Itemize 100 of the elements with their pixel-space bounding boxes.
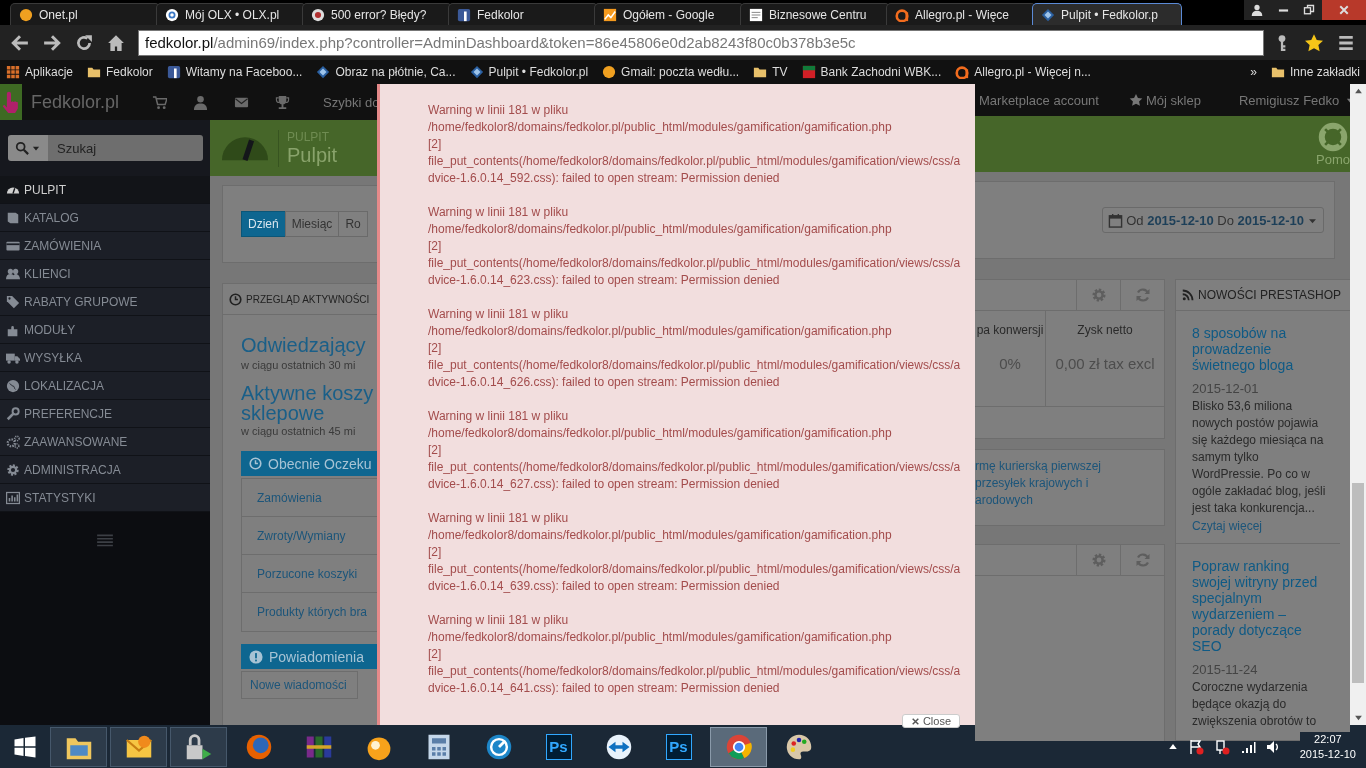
users-icon [6,266,20,281]
period-button[interactable]: Miesiąc [284,211,340,237]
gauge-icon [222,135,268,161]
my-shop-link[interactable]: Mój sklep [1128,92,1201,108]
bookmark[interactable]: Pulpit • Fedkolor.pl [469,65,589,79]
bookmark[interactable]: Allegro.pl - Więcej n... [955,65,1091,79]
period-button[interactable]: Ro [338,211,368,237]
taskbar-app[interactable] [170,726,227,767]
close-button[interactable]: Close [901,714,960,728]
more-bookmarks-button[interactable]: » [1250,65,1257,79]
clock-icon [249,457,262,470]
taskbar-app[interactable] [50,726,107,767]
date-range-button[interactable]: Od 2015-12-10 Do 2015-12-10 [1102,207,1324,233]
bar-chart-icon [6,490,20,505]
menu-icon [1337,33,1355,52]
close-window-button[interactable] [1322,0,1366,20]
sidebar-item[interactable]: ZAAWANSOWANE [0,428,210,456]
warning-heading: Warning w linii 181 w pliku [428,204,570,221]
taskbar-app[interactable] [110,726,167,767]
sidebar-item[interactable]: PULPIT [0,176,210,204]
carts-note: w ciągu ostatnich 45 mi [241,425,357,437]
circle-icon [19,7,33,22]
diamond-icon [316,65,331,79]
carts-heading: Aktywne koszy sklepowe [241,383,375,423]
taskbar-app[interactable]: Ps [650,726,707,767]
folder-icon [87,65,102,79]
bookmark[interactable]: Bank Zachodni WBK... [801,65,942,79]
square-icon [457,7,471,22]
sidebar-item[interactable]: WYSYŁKA [0,344,210,372]
square-icon [166,65,181,79]
article-excerpt: Coroczne wydarzenia będące okazją do zwiększenia obrotów to [1192,679,1318,730]
restore-button[interactable] [1296,0,1322,20]
cart-icon [152,94,168,110]
book-icon [6,210,20,225]
period-button[interactable]: Dzień [241,211,286,237]
scrollbar[interactable] [1350,84,1366,725]
bookmark-folder[interactable]: Inne zakładki [1270,65,1360,79]
taskbar-app[interactable]: Ps [530,726,587,767]
metric-label: pa konwersji [976,323,1044,337]
panel-title: PRZEGLĄD AKTYWNOŚCI [246,293,370,305]
panel-title: NOWOŚCI PRESTASHOP [1198,288,1342,302]
shop-name[interactable]: Fedkolor.pl [31,91,120,113]
scrollbar-thumb[interactable] [1352,483,1364,683]
bookmark[interactable]: Obraz na płótnie, Ca... [316,65,456,79]
warning-heading: Warning w linii 181 w pliku [428,306,570,323]
down-arrow-icon [1353,713,1363,722]
dial-icon [484,732,513,761]
bookmark[interactable]: Gmail: poczta wedłu... [602,65,740,79]
browser-tab[interactable]: Pulpit • Fedkolor.p [1032,3,1182,25]
globe-icon [244,732,273,761]
sidebar-item[interactable]: MODUŁY [0,316,210,344]
sidebar-item[interactable]: ZAMÓWIENIA [0,232,210,260]
padlock-icon [184,732,213,761]
home-icon [107,33,125,52]
section-header: Powiadomienia [241,644,377,669]
sidebar-item[interactable]: LOKALIZACJA [0,372,210,400]
address-bar[interactable]: fedkolor.pl/admin69/index.php?controller=AdminDashboard&token=86e45806e0d2ab8243f80c0b378b3e5c [138,29,1264,56]
visitors-heading: Odwiedzający [241,333,367,357]
error-code: [2] [428,238,443,255]
windows-logo-icon [13,734,37,759]
wrench-icon [6,406,20,421]
bookmark[interactable]: TV [753,65,788,79]
bookmark[interactable]: Aplikacje [6,65,74,79]
flag-icon [1187,738,1204,755]
user-menu[interactable]: Remigiusz Fedko [1238,92,1340,108]
search-options-button[interactable] [8,135,48,161]
visitors-note: w ciągu ostatnich 30 mi [241,359,357,371]
error-code: [2] [428,442,443,459]
error-message: file_put_contents(/home/fedkolor8/domains/fedkolor.pl/public_html/modules/gamification/views/css/advice-1.6.0.14_623.css): failed to open stream: Permission denied [428,255,962,289]
sidebar-item[interactable]: ADMINISTRACJA [0,456,210,484]
reload-icon [75,33,93,52]
marketplace-link[interactable]: Marketplace account [979,92,1099,108]
bookmark[interactable]: Witamy na Faceboo... [166,65,303,79]
sidebar-item[interactable]: KATALOG [0,204,210,232]
folder-icon [753,65,768,79]
metric-label: Zysk netto [1077,323,1133,337]
dot-icon [311,7,325,22]
gear-icon [1090,287,1107,303]
warning-heading: Warning w linii 181 w pliku [428,102,570,119]
profile-button[interactable] [1244,0,1270,20]
error-message: file_put_contents(/home/fedkolor8/domains/fedkolor.pl/public_html/modules/gamification/views/css/advice-1.6.0.14_639.css): failed to open stream: Permission denied [428,561,962,595]
ring-icon [895,7,909,22]
close-icon [1338,4,1350,16]
search-field[interactable]: Szukaj [48,135,203,161]
sidebar-item[interactable]: RABATY GRUPOWE [0,288,210,316]
gear-icon [6,462,20,477]
calendar-icon [1108,212,1124,228]
sidebar-item[interactable]: KLIENCI [0,260,210,288]
diamond-icon [1041,7,1055,22]
bookmark[interactable]: Fedkolor [87,65,153,79]
file-path: /home/fedkolor8/domains/fedkolor.pl/public_html/modules/gamification/gamification.php [428,119,893,136]
clock-icon [229,292,242,306]
diamond-icon [469,65,484,79]
folder-icon [1270,65,1285,79]
error-message: file_put_contents(/home/fedkolor8/domains/fedkolor.pl/public_html/modules/gamification/views/css/advice-1.6.0.14_592.css): failed to open stream: Permission denied [428,153,962,187]
article-date: 2015-11-24 [1192,662,1259,677]
sidebar-item[interactable]: STATYSTYKI [0,484,210,512]
grid-icon [6,65,20,79]
taskbar-app[interactable] [710,726,767,767]
sidebar-item[interactable]: PREFERENCJE [0,400,210,428]
